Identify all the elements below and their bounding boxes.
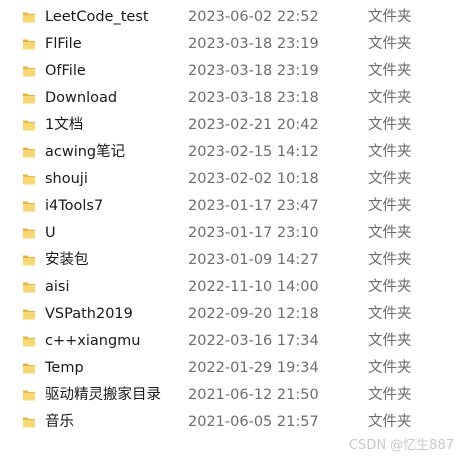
file-name: aisi: [45, 279, 70, 295]
folder-icon: [23, 417, 35, 428]
file-name: U: [45, 225, 56, 241]
file-modified-date: 2023-03-18 23:19: [188, 63, 319, 79]
folder-icon: [23, 39, 35, 50]
file-type: 文件夹: [368, 225, 412, 241]
folder-icon: [23, 309, 35, 320]
folder-icon: [23, 336, 35, 347]
file-modified-date: 2022-03-16 17:34: [188, 333, 319, 349]
file-row[interactable]: acwing笔记 2023-02-15 14:12 文件夹: [0, 139, 466, 166]
folder-icon: [23, 174, 35, 185]
file-type: 文件夹: [368, 333, 412, 349]
file-row[interactable]: FlFile 2023-03-18 23:19 文件夹: [0, 31, 466, 58]
file-row[interactable]: U 2023-01-17 23:10 文件夹: [0, 220, 466, 247]
file-name: i4Tools7: [45, 198, 104, 214]
file-row[interactable]: shouji 2023-02-02 10:18 文件夹: [0, 166, 466, 193]
file-name: VSPath2019: [45, 306, 133, 322]
file-name: 1文档: [45, 117, 84, 133]
file-modified-date: 2023-02-02 10:18: [188, 171, 319, 187]
file-name: shouji: [45, 171, 88, 187]
watermark: CSDN @忆生887: [348, 438, 454, 453]
file-type: 文件夹: [368, 306, 412, 322]
file-type: 文件夹: [368, 387, 412, 403]
file-modified-date: 2021-06-12 21:50: [188, 387, 319, 403]
file-name: 安装包: [45, 252, 89, 268]
file-name: Temp: [45, 360, 84, 376]
file-modified-date: 2023-02-15 14:12: [188, 144, 319, 160]
folder-icon: [23, 147, 35, 158]
file-type: 文件夹: [368, 414, 412, 430]
folder-icon: [23, 390, 35, 401]
folder-icon: [23, 255, 35, 266]
file-row[interactable]: 安装包 2023-01-09 14:27 文件夹: [0, 247, 466, 274]
file-type: 文件夹: [368, 171, 412, 187]
file-row[interactable]: 驱动精灵搬家目录 2021-06-12 21:50 文件夹: [0, 382, 466, 409]
file-modified-date: 2023-01-09 14:27: [188, 252, 319, 268]
folder-icon: [23, 201, 35, 212]
folder-icon: [23, 228, 35, 239]
folder-icon: [23, 282, 35, 293]
file-modified-date: 2023-03-18 23:19: [188, 36, 319, 52]
file-name: LeetCode_test: [45, 9, 149, 25]
folder-icon: [23, 120, 35, 131]
file-modified-date: 2023-03-18 23:18: [188, 90, 319, 106]
file-name: c++xiangmu: [45, 333, 141, 349]
file-type: 文件夹: [368, 279, 412, 295]
file-row[interactable]: Download 2023-03-18 23:18 文件夹: [0, 85, 466, 112]
folder-icon: [23, 363, 35, 374]
file-type: 文件夹: [368, 360, 412, 376]
file-row[interactable]: Temp 2022-01-29 19:34 文件夹: [0, 355, 466, 382]
file-type: 文件夹: [368, 90, 412, 106]
file-name: OfFile: [45, 63, 86, 79]
file-type: 文件夹: [368, 252, 412, 268]
folder-icon: [23, 66, 35, 77]
file-name: 驱动精灵搬家目录: [45, 387, 161, 403]
file-modified-date: 2023-06-02 22:52: [188, 9, 319, 25]
file-type: 文件夹: [368, 144, 412, 160]
file-modified-date: 2022-11-10 14:00: [188, 279, 319, 295]
file-modified-date: 2023-01-17 23:47: [188, 198, 319, 214]
file-modified-date: 2022-01-29 19:34: [188, 360, 319, 376]
file-type: 文件夹: [368, 36, 412, 52]
file-type: 文件夹: [368, 9, 412, 25]
file-row[interactable]: 音乐 2021-06-05 21:57 文件夹: [0, 409, 466, 436]
file-name: acwing笔记: [45, 144, 126, 160]
file-modified-date: 2021-06-05 21:57: [188, 414, 319, 430]
file-name: Download: [45, 90, 118, 106]
file-name: 音乐: [45, 414, 74, 430]
file-modified-date: 2023-02-21 20:42: [188, 117, 319, 133]
file-type: 文件夹: [368, 198, 412, 214]
file-row[interactable]: OfFile 2023-03-18 23:19 文件夹: [0, 58, 466, 85]
file-row[interactable]: LeetCode_test 2023-06-02 22:52 文件夹: [0, 4, 466, 31]
file-name: FlFile: [45, 36, 82, 52]
file-type: 文件夹: [368, 117, 412, 133]
file-type: 文件夹: [368, 63, 412, 79]
file-modified-date: 2023-01-17 23:10: [188, 225, 319, 241]
file-row[interactable]: 1文档 2023-02-21 20:42 文件夹: [0, 112, 466, 139]
file-list: LeetCode_test 2023-06-02 22:52 文件夹 FlFile 20…: [0, 4, 466, 436]
file-modified-date: 2022-09-20 12:18: [188, 306, 319, 322]
folder-icon: [23, 12, 35, 23]
file-row[interactable]: aisi 2022-11-10 14:00 文件夹: [0, 274, 466, 301]
file-row[interactable]: c++xiangmu 2022-03-16 17:34 文件夹: [0, 328, 466, 355]
file-row[interactable]: i4Tools7 2023-01-17 23:47 文件夹: [0, 193, 466, 220]
folder-icon: [23, 93, 35, 104]
file-row[interactable]: VSPath2019 2022-09-20 12:18 文件夹: [0, 301, 466, 328]
